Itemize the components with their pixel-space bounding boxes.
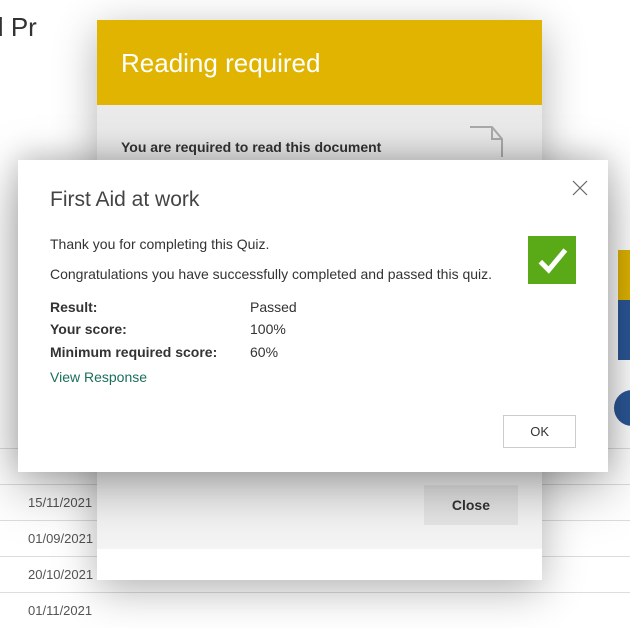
min-score-label: Minimum required score: bbox=[50, 341, 250, 363]
dialog-title: Reading required bbox=[97, 20, 542, 105]
score-label: Your score: bbox=[50, 318, 250, 340]
result-row: Minimum required score: 60% bbox=[50, 341, 508, 363]
thankyou-text: Thank you for completing this Quiz. bbox=[50, 236, 508, 252]
dialog-subtitle: You are required to read this document bbox=[121, 139, 381, 155]
result-value: Passed bbox=[250, 296, 297, 318]
success-checkmark-icon bbox=[528, 236, 576, 284]
ok-button[interactable]: OK bbox=[503, 415, 576, 448]
results-block: Result: Passed Your score: 100% Minimum … bbox=[50, 296, 508, 363]
chart-fragment bbox=[618, 250, 630, 300]
result-row: Result: Passed bbox=[50, 296, 508, 318]
score-value: 100% bbox=[250, 318, 286, 340]
result-label: Result: bbox=[50, 296, 250, 318]
list-item: 01/11/2021 bbox=[0, 592, 630, 628]
close-icon[interactable] bbox=[572, 180, 588, 196]
result-row: Your score: 100% bbox=[50, 318, 508, 340]
close-button[interactable]: Close bbox=[424, 485, 518, 525]
congrats-text: Congratulations you have successfully co… bbox=[50, 266, 508, 282]
quiz-result-dialog: First Aid at work Thank you for completi… bbox=[18, 160, 608, 472]
min-score-value: 60% bbox=[250, 341, 278, 363]
chart-fragment bbox=[618, 300, 630, 360]
quiz-title: First Aid at work bbox=[50, 188, 576, 212]
view-response-link[interactable]: View Response bbox=[50, 369, 508, 385]
